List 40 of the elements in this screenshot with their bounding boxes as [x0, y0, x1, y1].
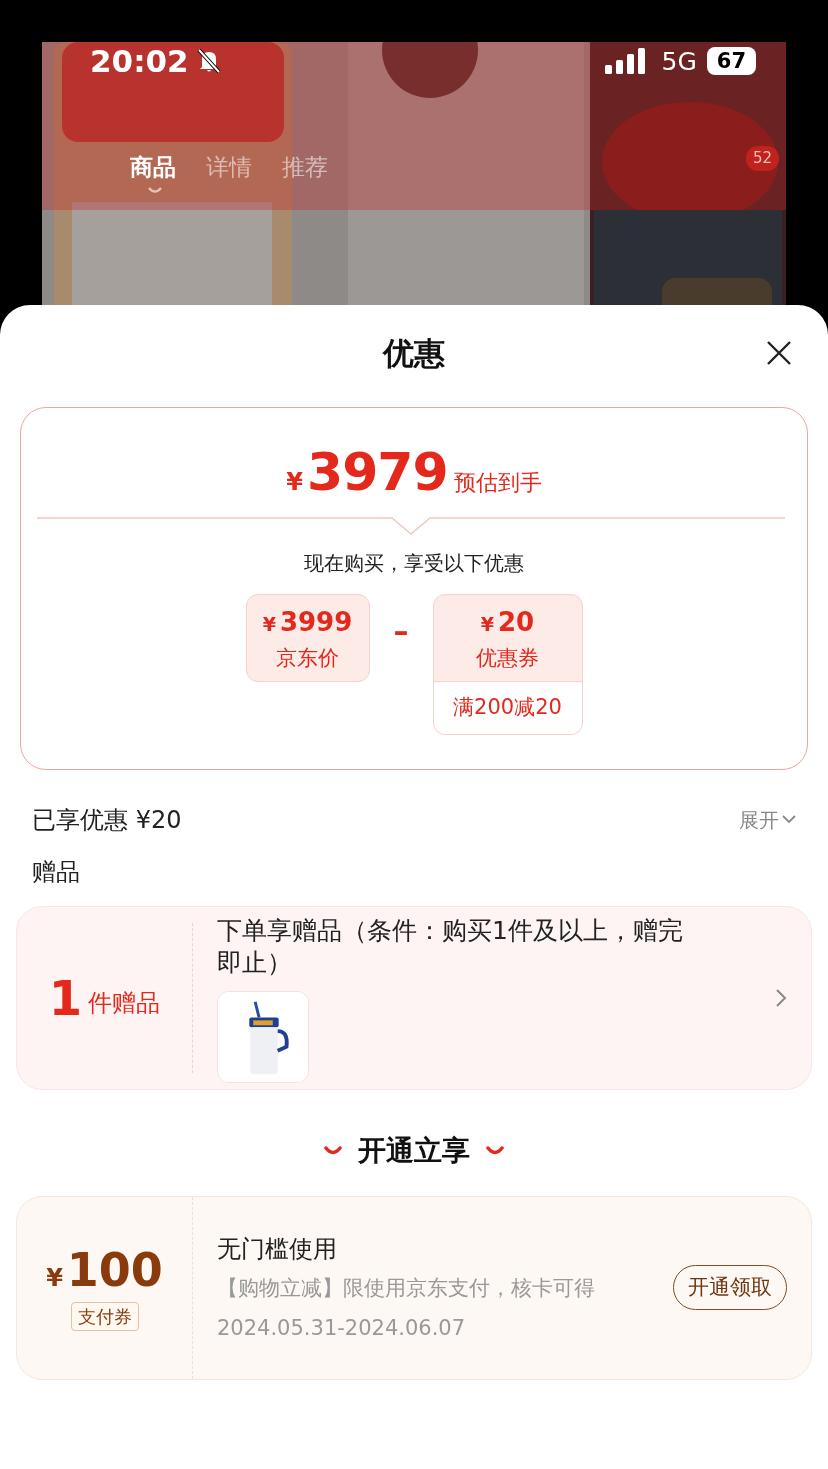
tab-indicator [148, 187, 162, 195]
term-amount: ¥20 [480, 606, 535, 639]
gift-card[interactable]: 1 件赠品 下单享赠品（条件：购买1件及以上，赠完即止） [16, 905, 812, 1090]
coupon-amount: 100 [66, 1244, 163, 1296]
page-tab[interactable]: 推荐 [282, 154, 328, 182]
chevron-down-icon [782, 815, 796, 824]
term-label: 京东价 [275, 645, 340, 672]
currency-symbol: ¥ [286, 467, 303, 498]
term-label: 优惠券 [475, 645, 540, 672]
term-amount: ¥3999 [262, 606, 353, 639]
gift-count-label: 件赠品 [88, 987, 161, 1019]
signal-icon [605, 48, 648, 75]
close-icon [766, 340, 792, 366]
status-time: 20:02 [90, 42, 189, 81]
silent-bell-icon [196, 48, 221, 75]
coupon-type-tag: 支付券 [70, 1302, 139, 1331]
curve-icon [486, 1145, 504, 1156]
currency-symbol: ¥ [46, 1263, 63, 1294]
battery-level: 67 [706, 47, 756, 76]
estimated-price: 3979 [307, 442, 448, 502]
expand-toggle[interactable]: 展开 [739, 804, 796, 835]
gift-description: 下单享赠品（条件：购买1件及以上，赠完即止） [217, 914, 684, 979]
minus-sign: – [393, 612, 409, 650]
curve-icon [324, 1145, 342, 1156]
section-heading: 开通立享 [358, 1132, 470, 1169]
gift-count: 1 [48, 968, 83, 1028]
page-tab[interactable]: 详情 [206, 154, 252, 182]
coupon-condition: 满200减20 [433, 681, 582, 734]
sheet-title: 优惠 [383, 335, 445, 371]
estimate-label: 预估到手 [453, 469, 542, 497]
close-button[interactable] [766, 340, 792, 366]
coupon-description: 【购物立减】限使用京东支付，核卡可得 [217, 1275, 596, 1302]
coupon-title: 无门槛使用 [217, 1234, 338, 1265]
chevron-right-icon [775, 987, 787, 1008]
network-label: 5G [661, 45, 697, 78]
discount-intro: 现在购买，享受以下优惠 [304, 551, 524, 575]
section-heading: 赠品 [32, 857, 80, 886]
validity-dates: 2024.05.31-2024.06.07 [217, 1314, 467, 1342]
page-tab[interactable]: 商品 [130, 154, 176, 182]
savings-summary: 已享优惠 ¥20 [32, 804, 182, 836]
